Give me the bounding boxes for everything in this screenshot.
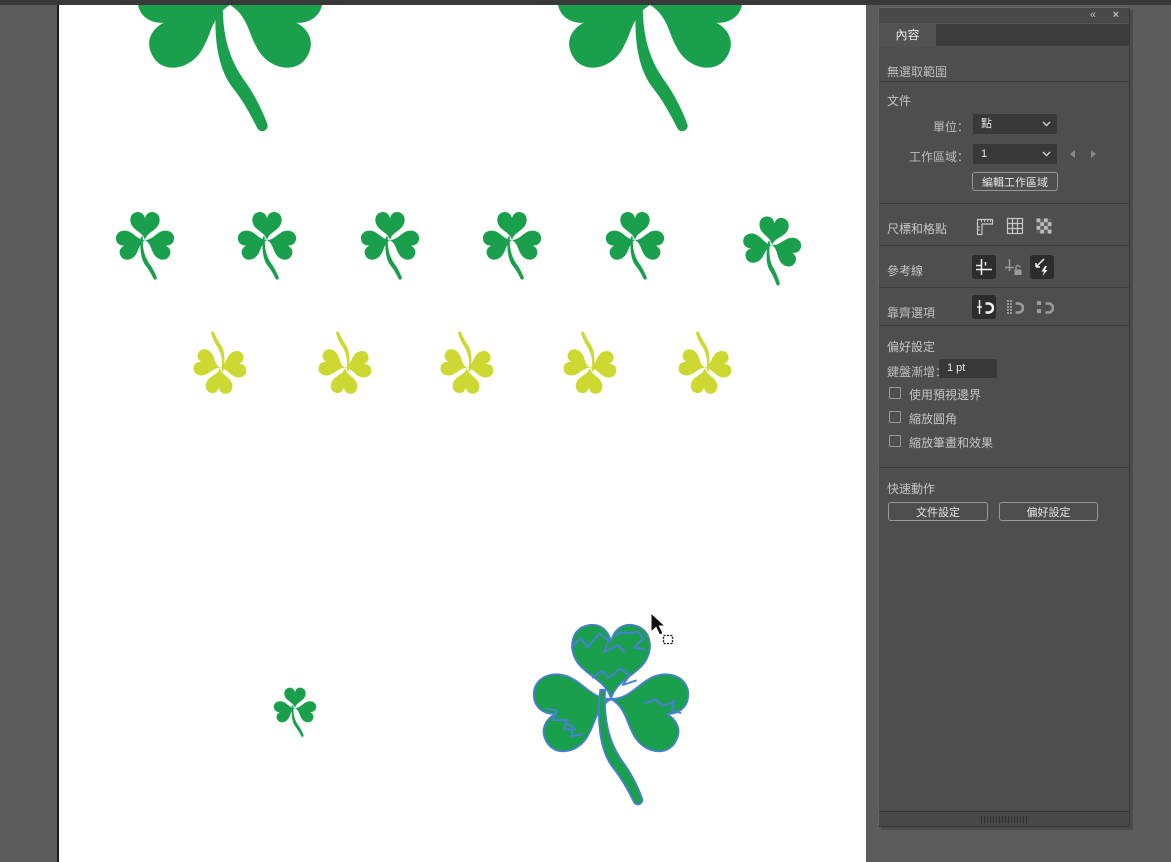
keyboard-increment-input[interactable]: 1 pt [939, 359, 997, 378]
snap-to-point-button[interactable] [972, 295, 996, 319]
snap-to-pixel-button[interactable] [1032, 295, 1056, 319]
artboard-canvas[interactable] [59, 5, 866, 862]
show-grid-button[interactable] [1004, 215, 1026, 237]
snap-options-title: 靠齊選項 [887, 304, 935, 321]
snap-pixel-icon [1034, 297, 1054, 317]
units-label: 單位： [879, 118, 969, 135]
previous-artboard-icon[interactable] [1068, 149, 1078, 159]
snap-to-grid-button[interactable] [1002, 295, 1026, 319]
clover-artwork-layer [59, 5, 866, 862]
divider [879, 245, 1129, 246]
guides-title: 參考線 [887, 262, 923, 279]
scale-corners-label: 縮放圓角 [909, 410, 957, 427]
units-dropdown[interactable]: 點 [973, 114, 1057, 134]
clover-green[interactable] [132, 5, 328, 131]
preferences-button[interactable]: 偏好設定 [999, 502, 1098, 521]
clover-green[interactable] [273, 688, 318, 737]
snap-grid-icon [1004, 297, 1024, 317]
scale-strokes-effects-checkbox[interactable] [889, 435, 901, 447]
smart-guides-icon [1032, 257, 1052, 277]
chevron-down-icon [1042, 121, 1051, 127]
document-section-title: 文件 [887, 92, 911, 109]
edit-artboards-button[interactable]: 編輯工作區域 [972, 172, 1058, 191]
clover-green[interactable] [114, 212, 176, 280]
clover-yellow[interactable] [316, 331, 375, 395]
ruler-icon [975, 216, 995, 236]
clover-green[interactable] [481, 212, 543, 280]
quick-actions-title: 快速動作 [887, 480, 935, 497]
chevron-down-icon [1042, 151, 1051, 157]
clover-green[interactable] [236, 212, 298, 280]
rulers-grids-title: 尺標和格點 [887, 220, 947, 237]
lock-guides-icon [1003, 257, 1023, 277]
illustrator-window: « × 內容 無選取範圍 文件 單位： 點 工作區域： 1 編輯工作區域 尺標和… [0, 0, 1171, 862]
clover-yellow[interactable] [676, 331, 735, 395]
scale-strokes-effects-label: 縮放筆畫和效果 [909, 434, 993, 451]
clover-yellow[interactable] [438, 331, 497, 395]
divider [879, 287, 1129, 288]
show-transparency-grid-button[interactable] [1033, 215, 1055, 237]
panel-resize-grip[interactable] [879, 811, 1129, 826]
tab-content[interactable]: 內容 [879, 24, 936, 47]
divider [879, 467, 1129, 468]
use-preview-bounds-label: 使用預視邊界 [909, 386, 981, 403]
next-artboard-icon[interactable] [1088, 149, 1098, 159]
preferences-section-title: 偏好設定 [887, 338, 935, 355]
guides-icon [974, 257, 994, 277]
lock-guides-button[interactable] [1001, 255, 1025, 279]
properties-panel: « × 內容 無選取範圍 文件 單位： 點 工作區域： 1 編輯工作區域 尺標和… [878, 7, 1130, 827]
clover-yellow[interactable] [561, 331, 620, 395]
transparency-grid-icon [1034, 216, 1054, 236]
clover-selected[interactable] [529, 625, 693, 805]
panel-tab-bar: 內容 [879, 23, 1129, 46]
clover-green[interactable] [552, 5, 748, 131]
divider [879, 81, 1129, 82]
artboard-label: 工作區域： [879, 148, 969, 165]
panel-header: « × [879, 8, 1129, 23]
clover-green[interactable] [737, 214, 805, 288]
show-guides-button[interactable] [972, 255, 996, 279]
clover-yellow[interactable] [191, 331, 250, 395]
smart-guides-button[interactable] [1030, 255, 1054, 279]
keyboard-increment-label: 鍵盤漸增： [887, 363, 947, 380]
clover-green[interactable] [604, 212, 666, 280]
scale-corners-checkbox[interactable] [889, 411, 901, 423]
divider [879, 203, 1129, 204]
divider [879, 325, 1129, 326]
collapse-panel-icon[interactable]: « [1090, 9, 1095, 22]
close-panel-icon[interactable]: × [1113, 9, 1119, 22]
artboard-dropdown[interactable]: 1 [973, 144, 1057, 164]
grip-ticks [981, 816, 1027, 823]
snap-point-icon [974, 297, 994, 317]
no-selection-label: 無選取範圍 [887, 63, 947, 80]
grid-icon [1005, 216, 1025, 236]
document-setup-button[interactable]: 文件設定 [888, 502, 988, 521]
show-rulers-button[interactable] [974, 215, 996, 237]
use-preview-bounds-checkbox[interactable] [889, 387, 901, 399]
clover-green[interactable] [359, 212, 421, 280]
